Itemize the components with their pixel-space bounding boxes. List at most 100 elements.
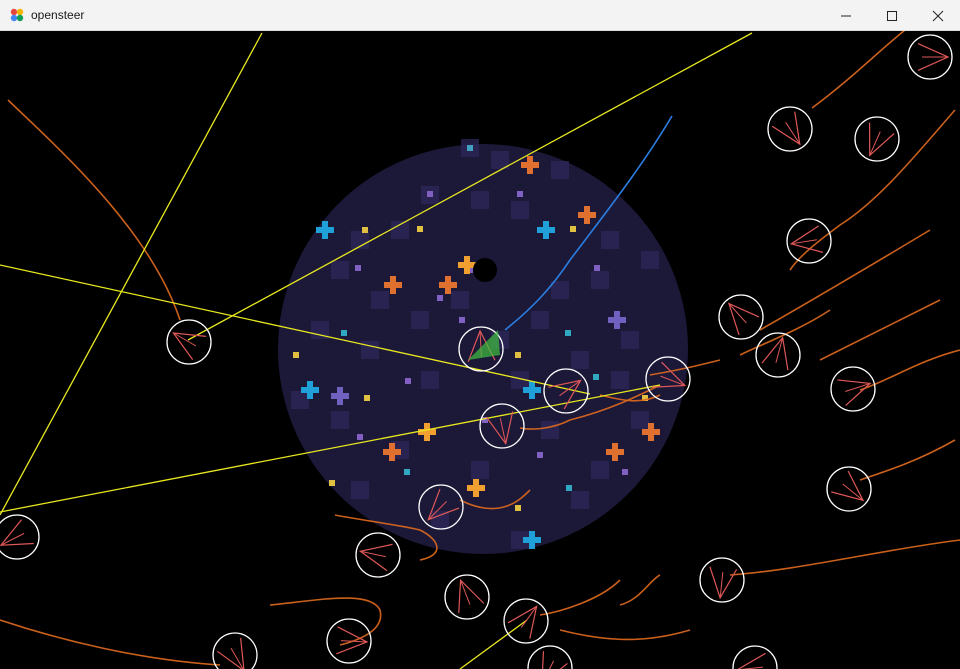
field-dot	[594, 265, 600, 271]
simulation-viewport[interactable]	[0, 31, 960, 669]
maximize-button[interactable]	[869, 0, 915, 31]
field-dot	[515, 352, 521, 358]
agent-trail	[859, 439, 956, 481]
field-dot	[437, 295, 443, 301]
agent-trail	[269, 597, 382, 646]
opensteer-app-icon	[10, 8, 24, 22]
agent-trail	[7, 99, 181, 321]
close-button[interactable]	[915, 0, 960, 31]
agent-spoke	[507, 605, 538, 639]
field-dot	[357, 434, 363, 440]
agent-spoke	[837, 379, 872, 406]
agent-trail	[0, 619, 221, 666]
field-dot	[355, 265, 361, 271]
field-plus-marker	[578, 212, 596, 218]
field-plus-marker	[537, 227, 555, 233]
field-plus-marker	[331, 393, 349, 399]
field-tile	[611, 371, 629, 389]
field-dot	[293, 352, 299, 358]
agent-spoke	[0, 532, 25, 546]
agent-spoke	[541, 651, 568, 669]
agent-spoke	[340, 640, 368, 643]
field-tile	[351, 481, 369, 499]
obstacle	[473, 258, 497, 282]
field-tile	[551, 161, 569, 179]
agent-trail	[539, 579, 621, 616]
field-dot	[364, 395, 370, 401]
field-tile	[391, 221, 409, 239]
window-title: opensteer	[31, 8, 85, 22]
field-plus-marker	[642, 429, 660, 435]
close-icon	[932, 10, 944, 21]
field-tile	[451, 291, 469, 309]
field-tile	[631, 411, 649, 429]
field-tile	[531, 311, 549, 329]
simulation-canvas[interactable]	[0, 31, 960, 669]
agent-spoke	[0, 519, 34, 546]
field-tile	[551, 281, 569, 299]
annotation-line	[459, 619, 528, 669]
field-plus-marker	[523, 537, 541, 543]
agent-spoke	[172, 332, 207, 360]
agent-trail	[819, 299, 941, 361]
agent-spoke	[737, 652, 766, 669]
field-dot	[427, 191, 433, 197]
field-plus-marker	[384, 282, 402, 288]
field-tile	[511, 201, 529, 219]
field-dot	[517, 191, 523, 197]
title-bar[interactable]: opensteer	[0, 0, 960, 31]
field-dot	[417, 226, 423, 232]
field-tile	[421, 371, 439, 389]
agent-ring	[732, 645, 778, 669]
field-dot	[565, 330, 571, 336]
field-dot	[405, 378, 411, 384]
field-tile	[621, 331, 639, 349]
field-dot	[537, 452, 543, 458]
agent-spoke	[771, 111, 801, 146]
agent-trail	[789, 109, 956, 271]
field-tile	[641, 251, 659, 269]
agent-spoke	[460, 580, 471, 605]
agent-spoke	[336, 626, 369, 655]
field-tile	[331, 411, 349, 429]
agent-spoke	[869, 122, 895, 157]
field-plus-marker	[467, 485, 485, 491]
field-tile	[331, 261, 349, 279]
field-plus-marker	[521, 162, 539, 168]
field-dot	[570, 226, 576, 232]
app-window: opensteer	[0, 0, 960, 669]
field-dot	[622, 469, 628, 475]
field-plus-marker	[301, 387, 319, 393]
agent-trail	[759, 229, 931, 331]
field-dot	[566, 485, 572, 491]
field-dot	[459, 317, 465, 323]
maximize-icon	[887, 10, 897, 21]
minimize-button[interactable]	[823, 0, 869, 31]
agent-spoke	[548, 660, 555, 669]
field-dot	[515, 505, 521, 511]
field-tile	[601, 231, 619, 249]
field-tile	[591, 461, 609, 479]
agent-trail	[739, 309, 831, 356]
field-dot	[362, 227, 368, 233]
field-tile	[571, 351, 589, 369]
field-plus-marker	[439, 282, 457, 288]
agent-trail	[559, 629, 691, 641]
field-tile	[471, 461, 489, 479]
field-tile	[471, 191, 489, 209]
agent-spoke	[789, 225, 824, 253]
agent-spoke	[869, 131, 881, 156]
agent-trail	[729, 539, 960, 576]
field-dot	[593, 374, 599, 380]
field-tile	[591, 271, 609, 289]
field-plus-marker	[606, 449, 624, 455]
field-dot	[404, 469, 410, 475]
field-tile	[361, 341, 379, 359]
field-tile	[411, 311, 429, 329]
field-plus-marker	[316, 227, 334, 233]
field-dot	[329, 480, 335, 486]
agent-spoke	[358, 543, 393, 572]
field-tile	[371, 291, 389, 309]
field-plus-marker	[383, 449, 401, 455]
field-plus-marker	[523, 387, 541, 393]
